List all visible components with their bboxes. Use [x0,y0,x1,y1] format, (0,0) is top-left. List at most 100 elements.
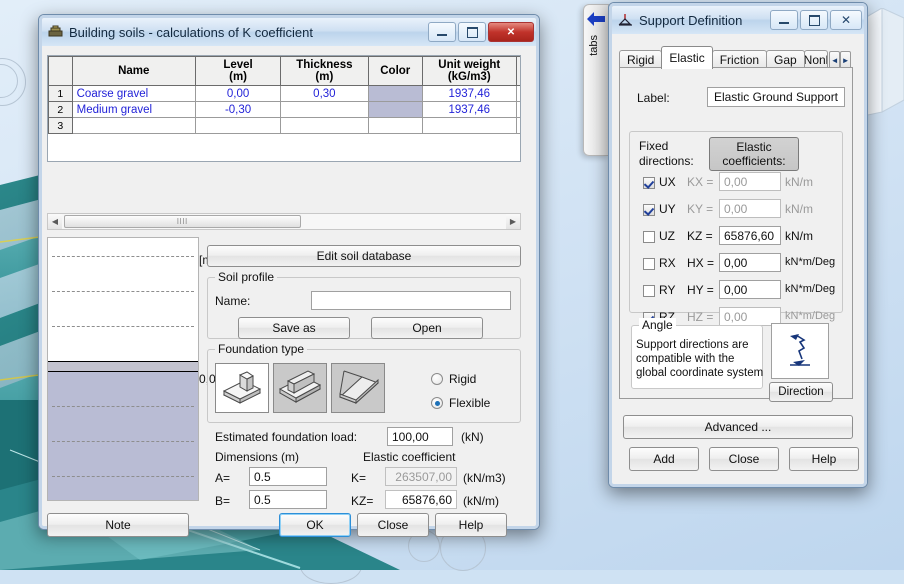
minimize-button[interactable] [428,22,456,42]
note-button[interactable]: Note [47,513,189,537]
direction-label-uy: UY [659,202,676,216]
ok-button[interactable]: OK [279,513,351,537]
support-symbol-icon [618,14,632,26]
col-header-thickness[interactable]: Thickness (m) [280,56,369,86]
dimension-b-input[interactable]: 0.5 [249,490,327,509]
cell-name[interactable]: Medium gravel [71,101,196,118]
cell-level[interactable]: -0,30 [194,101,282,118]
maximize-button[interactable] [458,22,486,42]
open-profile-button[interactable]: Open [371,317,483,339]
help-button-soil[interactable]: Help [435,513,507,537]
col-header-name[interactable]: Name [71,56,196,86]
checkbox-uy[interactable] [643,204,655,216]
foundation-type-strip-button[interactable] [273,363,327,413]
soil-fill-lower [48,370,198,500]
cell-name[interactable] [71,117,196,134]
left-arrow-icon[interactable] [587,11,605,27]
support-label-value: Elastic Ground Support [713,90,839,104]
checkbox-ry[interactable] [643,285,655,297]
checkbox-uz[interactable] [643,231,655,243]
minimize-button[interactable] [770,10,798,30]
scrollbar-thumb[interactable]: llll [64,215,301,228]
coef-value-ky: 0,00 [724,201,748,216]
table-horizontal-scrollbar[interactable]: ◀ llll ▶ [47,213,521,230]
close-button-soil[interactable]: Close [357,513,429,537]
kz-value-input[interactable]: 65876,60 [385,490,457,509]
checkbox-rx[interactable] [643,258,655,270]
k-unit: (kN/m3) [463,471,506,485]
cell-color-swatch[interactable] [367,101,424,118]
dimensions-label: Dimensions (m) [215,450,300,464]
advanced-button[interactable]: Advanced ... [623,415,853,439]
elastic-coefficients-button[interactable]: Elastic coefficients: [709,137,799,171]
close-button[interactable]: ✕ [488,22,534,42]
close-button[interactable]: ✕ [830,10,862,30]
row-number: 1 [48,85,73,102]
coef-input-ky[interactable]: 0,00 [719,199,781,218]
cell-unit-weight[interactable] [422,117,517,134]
estimated-load-value: 100,00 [392,429,429,444]
cell-level[interactable]: 0,00 [194,85,282,102]
foundation-type-footing-button[interactable] [215,363,269,413]
grid-dash [52,441,194,442]
cell-thickness[interactable] [280,101,369,118]
col-header-color[interactable]: Color [367,56,424,86]
table-row[interactable]: 3 [48,117,520,134]
scroll-right-arrow[interactable]: ▶ [506,214,520,229]
table-row[interactable]: 2 Medium gravel -0,30 1937,46 38,0 [48,101,520,118]
scrollbar-track[interactable]: llll [62,214,506,229]
soil-layers-table[interactable]: Name Level (m) Thickness (m) Color Unit … [48,56,520,134]
foundation-type-slab-button[interactable] [331,363,385,413]
close-button-support[interactable]: Close [709,447,779,471]
flexible-radio[interactable] [431,397,443,409]
help-button-support[interactable]: Help [789,447,859,471]
cell-friction-angle[interactable]: 38,0 [515,101,520,118]
coef-input-kz[interactable]: 65876,60 [719,226,781,245]
direction-button[interactable]: Direction [769,382,833,402]
tabs-flyout-panel[interactable]: tabs [583,4,609,156]
coef-input-hx[interactable]: 0,00 [719,253,781,272]
cell-friction-angle[interactable] [515,117,520,134]
checkbox-ux[interactable] [643,177,655,189]
col-header-unit-weight[interactable]: Unit weight (kG/m3) [422,56,517,86]
cell-color-swatch[interactable] [367,117,424,134]
coef-unit-hy: kN*m/Deg [785,283,836,295]
cell-friction-angle[interactable]: 38,0 [515,85,520,102]
elastic-coefficient-label: Elastic coefficient [363,450,456,464]
direction-label-ux: UX [659,175,676,189]
coef-input-kx[interactable]: 0,00 [719,172,781,191]
support-label-input[interactable]: Elastic Ground Support [707,87,845,107]
save-as-button[interactable]: Save as [238,317,350,339]
soil-dialog-titlebar[interactable]: Building soils - calculations of K coeff… [42,18,536,46]
dimension-a-input[interactable]: 0.5 [249,467,327,486]
cell-name[interactable]: Coarse gravel [71,85,196,102]
scroll-left-arrow[interactable]: ◀ [48,214,62,229]
estimated-load-input[interactable]: 100,00 [387,427,453,446]
edit-soil-database-button[interactable]: Edit soil database [207,245,521,267]
coef-unit-ky: kN/m [785,202,813,216]
tabs-flyout-label: tabs [588,35,600,56]
grid-dash [52,476,194,477]
dimension-b-value: 0.5 [254,492,271,507]
table-row[interactable]: 1 Coarse gravel 0,00 0,30 1937,46 38,0 [48,85,520,102]
maximize-button[interactable] [800,10,828,30]
tab-elastic[interactable]: Elastic [661,46,713,69]
cell-unit-weight[interactable]: 1937,46 [422,85,517,102]
foundation-type-legend: Foundation type [215,342,308,356]
soil-profile-name-label: Name: [215,294,251,308]
add-button[interactable]: Add [629,447,699,471]
col-header-friction-angle[interactable]: Friction an (Deg) [515,56,520,86]
soil-profile-name-input[interactable] [311,291,511,310]
soil-layers-table-container[interactable]: Name Level (m) Thickness (m) Color Unit … [47,55,521,162]
support-tabs[interactable]: Rigid Elastic Friction Gap Nonl ◄ ► [619,46,851,69]
coef-input-hy[interactable]: 0,00 [719,280,781,299]
col-header-level[interactable]: Level (m) [194,56,282,86]
dimension-a-label: A= [215,471,231,485]
support-dialog-titlebar[interactable]: Support Definition ✕ [612,6,864,34]
cell-level[interactable] [194,117,282,134]
cell-color-swatch[interactable] [367,85,424,102]
cell-unit-weight[interactable]: 1937,46 [422,101,517,118]
cell-thickness[interactable]: 0,30 [280,85,369,102]
cell-thickness[interactable] [280,117,369,134]
rigid-radio[interactable] [431,373,443,385]
